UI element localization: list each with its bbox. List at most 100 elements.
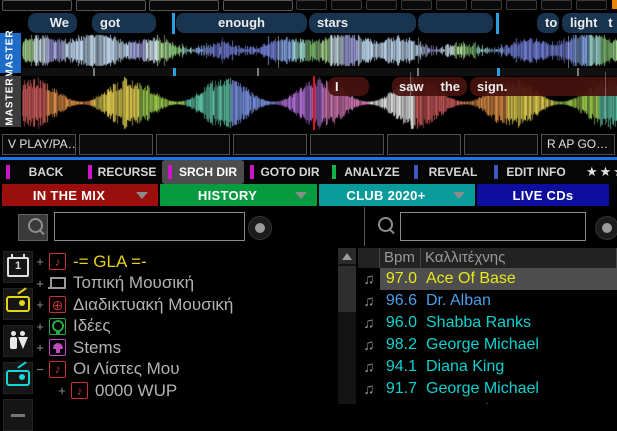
- pad-cell[interactable]: [387, 134, 461, 155]
- phrase-tick: [410, 72, 411, 125]
- playlist-tab-label: IN THE MIX: [2, 188, 136, 203]
- scroll-up-button[interactable]: [338, 248, 356, 264]
- tree-item[interactable]: +Ιδέες: [34, 316, 334, 337]
- hotcue-cell[interactable]: [541, 0, 572, 10]
- track-artist: George Michael: [417, 380, 539, 398]
- playlist-tab-history[interactable]: HISTORY: [160, 184, 317, 206]
- hotcue-cell[interactable]: [76, 0, 146, 11]
- folder-search-input[interactable]: [54, 212, 245, 241]
- radio-icon: [6, 296, 30, 312]
- deck1-lyric-word: got: [92, 13, 156, 33]
- playlist-tab-row: IN THE MIX HISTORYCLUB 2020+LIVE CDs: [0, 184, 617, 206]
- artist-column-header[interactable]: Καλλιτέχνης: [421, 248, 617, 268]
- playlist-tab-live-cds[interactable]: LIVE CDs: [477, 184, 609, 206]
- track-row[interactable]: ♫91.7George Michael: [358, 378, 617, 400]
- hotcue-cell[interactable]: [401, 0, 432, 10]
- tree-item-label: Οι Λίστες Μου: [73, 359, 180, 379]
- pad-cell[interactable]: R AP GO…: [541, 134, 615, 155]
- track-search-clear-button[interactable]: [595, 216, 617, 240]
- bpm-column-header[interactable]: Bpm: [380, 248, 421, 268]
- pad-cell[interactable]: [233, 134, 307, 155]
- tracklist-scrollbar[interactable]: [338, 248, 356, 404]
- shortcut-calendar-1[interactable]: 1: [3, 251, 33, 283]
- music-folder-icon: ♪: [49, 361, 66, 378]
- track-artist: Shabba Ranks: [417, 314, 531, 332]
- hotcue-cell[interactable]: [331, 0, 362, 10]
- hotcue-cell[interactable]: [471, 0, 502, 10]
- beat-tick: [417, 68, 419, 76]
- folder-search-clear-button[interactable]: [248, 216, 272, 240]
- pad-cell[interactable]: [310, 134, 384, 155]
- toolbar-tab-back[interactable]: BACK: [0, 160, 82, 184]
- track-search-input[interactable]: [400, 212, 586, 241]
- hotcue-cell[interactable]: [576, 0, 607, 10]
- pad-cell[interactable]: [156, 134, 230, 155]
- toolbar-tab-reveal[interactable]: REVEAL: [408, 160, 488, 184]
- folder-search-button[interactable]: [18, 214, 48, 241]
- dropdown-arrow-icon: [295, 192, 307, 199]
- hotcue-cell[interactable]: [436, 0, 467, 10]
- shortcut-boombox-cyan[interactable]: [3, 362, 33, 394]
- tree-item[interactable]: +♪ 0000 WUP: [56, 380, 334, 401]
- music-folder-icon: ♪: [71, 382, 88, 399]
- cue-marker: [172, 13, 175, 34]
- track-row[interactable]: ♫110New Order: [358, 400, 617, 404]
- hotcue-cell[interactable]: [296, 0, 327, 10]
- rating-control[interactable]: ★★★★: [574, 160, 617, 184]
- toolbar-tab-analyze[interactable]: ANALYZE: [326, 160, 408, 184]
- pad-cell[interactable]: [79, 134, 153, 155]
- hotcue-cell[interactable]: [223, 0, 293, 11]
- hotcue-cell[interactable]: [149, 0, 219, 11]
- expand-toggle[interactable]: +: [34, 297, 46, 312]
- track-row-fields: 110New Order: [380, 400, 617, 404]
- track-row[interactable]: ♫97.0Ace Of Base: [358, 268, 617, 290]
- tree-item[interactable]: −♪ Οι Λίστες Μου: [34, 359, 334, 380]
- track-row[interactable]: ♫96.0Shabba Ranks: [358, 312, 617, 334]
- hotcue-cell-row: [0, 0, 617, 12]
- track-row[interactable]: ♫94.1Diana King: [358, 356, 617, 378]
- scrollbar-thumb[interactable]: [338, 266, 356, 312]
- toolbar-tab-goto-dir[interactable]: GOTO DIR: [244, 160, 326, 184]
- tree-item-label: 0000 WUP: [95, 381, 177, 401]
- playlist-tab-club-2020-[interactable]: CLUB 2020+: [319, 184, 475, 206]
- music-note-icon: ♫: [358, 381, 380, 398]
- icon-column-header[interactable]: [358, 248, 380, 268]
- hotcue-cell[interactable]: [2, 0, 72, 11]
- toolbar-tab-recurse[interactable]: RECURSE: [82, 160, 162, 184]
- tree-item[interactable]: +⊕Διαδικτυακή Μουσική: [34, 294, 334, 315]
- music-note-icon: ♫: [358, 293, 380, 310]
- shortcut-wedding-couple[interactable]: [3, 325, 33, 357]
- idea-folder-icon: [49, 318, 66, 335]
- toolbar-tab-edit-info[interactable]: EDIT INFO: [488, 160, 574, 184]
- search-icon: [28, 218, 43, 233]
- pad-cell-row: V PLAY/PA… R AP GO…: [0, 133, 617, 156]
- tree-item[interactable]: +♪-= GLA =-: [34, 251, 334, 272]
- tracklist: ♫97.0Ace Of Base♫96.6Dr. Alban♫96.0Shabb…: [358, 268, 617, 404]
- pad-cell[interactable]: V PLAY/PA…: [2, 134, 76, 155]
- expand-toggle[interactable]: +: [34, 276, 46, 291]
- cue-marker: [496, 13, 499, 34]
- expand-toggle[interactable]: +: [34, 254, 46, 269]
- expand-toggle[interactable]: +: [56, 383, 68, 398]
- playlist-tab-in-the-mix[interactable]: IN THE MIX: [2, 184, 158, 206]
- deck1-lyric-word: [418, 13, 493, 33]
- track-row-fields: 96.6Dr. Alban: [380, 290, 617, 312]
- deck1-waveform[interactable]: [22, 34, 617, 67]
- track-row[interactable]: ♫98.2George Michael: [358, 334, 617, 356]
- beat-tick: [257, 68, 259, 76]
- shortcut-radio-yellow[interactable]: [3, 288, 33, 320]
- beat-position-strip[interactable]: [22, 68, 617, 76]
- collapse-toggle[interactable]: −: [34, 362, 46, 377]
- track-row[interactable]: ♫96.6Dr. Alban: [358, 290, 617, 312]
- pad-cell[interactable]: [464, 134, 538, 155]
- expand-toggle[interactable]: +: [34, 340, 46, 355]
- expand-toggle[interactable]: +: [34, 319, 46, 334]
- hotcue-cell[interactable]: [366, 0, 397, 10]
- tree-item[interactable]: +Τοπική Μουσική: [34, 273, 334, 294]
- phrase-tick: [605, 72, 606, 125]
- boombox-icon: [6, 370, 30, 386]
- toolbar-tab-srch-dir[interactable]: SRCH DIR: [162, 160, 244, 184]
- hotcue-cell[interactable]: [506, 0, 537, 10]
- tree-item[interactable]: +Stems: [34, 337, 334, 358]
- lyric-text: the: [441, 77, 461, 96]
